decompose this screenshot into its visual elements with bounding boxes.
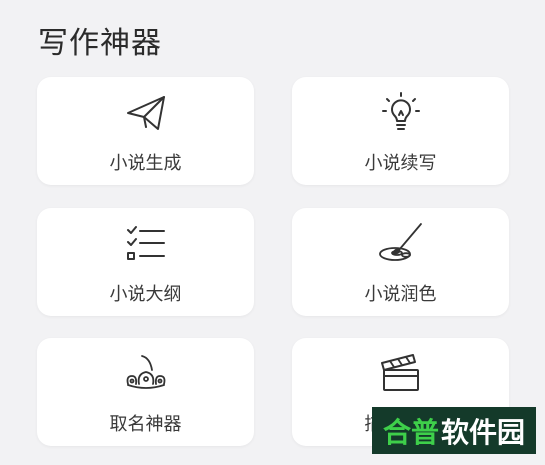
page-title: 写作神器 <box>38 26 162 61</box>
paper-plane-icon <box>122 89 170 137</box>
tool-label: 小说续写 <box>364 153 437 174</box>
site-watermark: 合普 软件园 <box>372 407 536 454</box>
watermark-part-a: 合普 <box>382 415 439 449</box>
tool-card-name-generator[interactable]: 取名神器 <box>37 338 254 446</box>
paint-palette-icon <box>377 220 425 268</box>
lightbulb-icon <box>377 89 425 137</box>
watermark-part-b: 软件园 <box>441 415 526 449</box>
tool-label: 小说大纲 <box>109 284 182 305</box>
tool-label: 取名神器 <box>109 414 182 435</box>
tool-label: 小说润色 <box>364 284 437 305</box>
crown-icon <box>122 350 170 398</box>
checklist-icon <box>122 220 170 268</box>
clapperboard-icon <box>377 350 425 398</box>
tool-card-novel-polish[interactable]: 小说润色 <box>292 208 509 316</box>
tool-card-novel-outline[interactable]: 小说大纲 <box>37 208 254 316</box>
tool-card-novel-generate[interactable]: 小说生成 <box>37 77 254 185</box>
tool-label: 小说生成 <box>109 153 182 174</box>
tool-card-novel-continue[interactable]: 小说续写 <box>292 77 509 185</box>
